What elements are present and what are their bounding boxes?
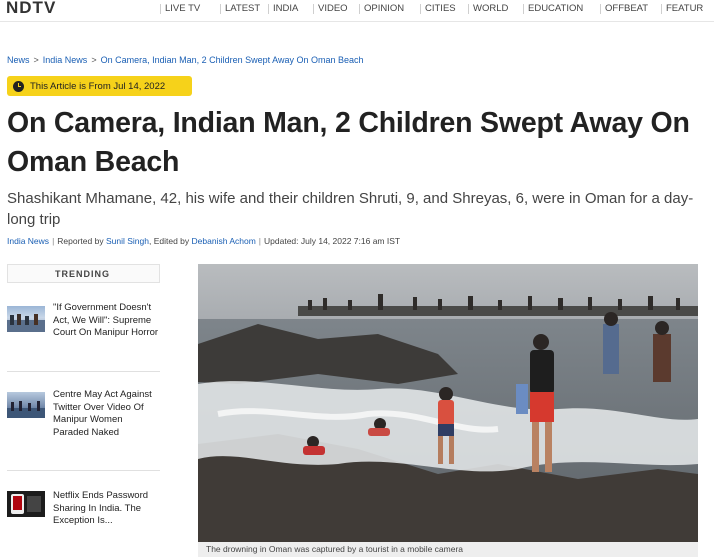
nav-item-education[interactable]: EDUCATION [523, 4, 600, 14]
trending-sidebar: TRENDING "If Government Doesn't Act, We … [7, 264, 160, 526]
clock-icon [13, 80, 24, 92]
trending-thumbnail[interactable] [7, 306, 45, 332]
nav-item-features[interactable]: FEATUR [661, 4, 703, 14]
breadcrumb-india-news[interactable]: India News [43, 55, 88, 65]
nav-item-video[interactable]: VIDEO [313, 4, 359, 14]
nav-item-cities[interactable]: CITIES [420, 4, 468, 14]
article-date-badge: This Article is From Jul 14, 2022 [7, 76, 192, 96]
article-byline: India News | Reported by Sunil Singh, Edit… [7, 236, 400, 246]
byline-editor-link[interactable]: Debanish Achom [192, 236, 256, 246]
site-logo[interactable]: NDTV [6, 0, 56, 16]
image-caption: The drowning in Oman was captured by a t… [198, 542, 698, 557]
breadcrumb-news[interactable]: News [7, 55, 30, 65]
nav-item-latest[interactable]: LATEST [220, 4, 268, 14]
article-summary: Shashikant Mhamane, 42, his wife and the… [7, 190, 694, 228]
nav-item-opinion[interactable]: OPINION [359, 4, 420, 14]
nav-item-india[interactable]: INDIA [268, 4, 313, 14]
nav-menu: LIVE TV LATEST INDIA VIDEO OPINION CITIE… [160, 4, 703, 14]
divider [7, 470, 160, 471]
trending-thumbnail[interactable] [7, 392, 45, 418]
breadcrumb-separator: > [33, 55, 39, 65]
trending-thumbnail[interactable] [7, 491, 45, 517]
nav-item-live-tv[interactable]: LIVE TV [160, 4, 220, 14]
divider [7, 371, 160, 372]
nav-item-offbeat[interactable]: OFFBEAT [600, 4, 661, 14]
breadcrumb: News > India News > On Camera, Indian Man, 2… [7, 55, 364, 65]
byline-divider: | [258, 236, 262, 246]
byline-edited-prefix: , Edited by [148, 236, 190, 246]
byline-reported-prefix: Reported by [57, 236, 104, 246]
article-date-text: This Article is From Jul 14, 2022 [30, 80, 166, 92]
nav-item-world[interactable]: WORLD [468, 4, 523, 14]
trending-item-title[interactable]: Centre May Act Against Twitter Over Vide… [53, 389, 159, 439]
trending-title: TRENDING [7, 264, 160, 283]
byline-updated: Updated: July 14, 2022 7:16 am IST [264, 236, 401, 246]
byline-reporter-link[interactable]: Sunil Singh [106, 236, 149, 246]
trending-item-title[interactable]: Netflix Ends Password Sharing In India. … [53, 490, 159, 528]
breadcrumb-separator: > [91, 55, 97, 65]
top-navigation: NDTV LIVE TV LATEST INDIA VIDEO OPINION … [0, 0, 714, 22]
byline-category-link[interactable]: India News [7, 236, 49, 246]
byline-divider: | [52, 236, 55, 246]
article-hero-image[interactable] [198, 264, 698, 542]
breadcrumb-current[interactable]: On Camera, Indian Man, 2 Children Swept … [101, 55, 364, 65]
article-headline: On Camera, Indian Man, 2 Children Swept … [7, 107, 690, 178]
trending-item-title[interactable]: "If Government Doesn't Act, We Will": Su… [53, 302, 159, 340]
